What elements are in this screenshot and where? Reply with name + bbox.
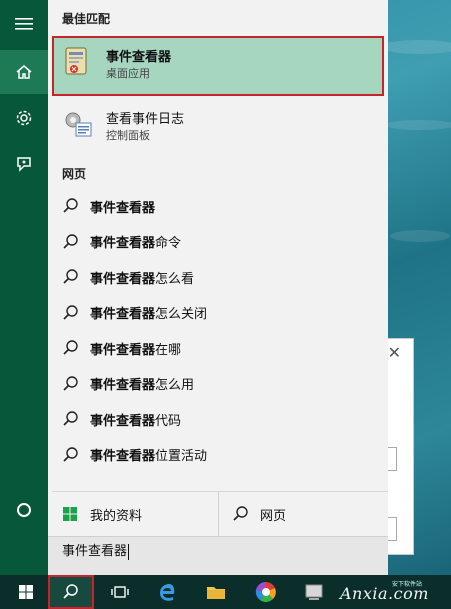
app-subtitle: 桌面应用 (106, 67, 150, 80)
web-suggestion-item[interactable]: 事件查看器 代码 (60, 402, 380, 436)
suggestion-bold-text: 事件查看器 (90, 307, 156, 322)
web-header: 网页 (62, 167, 87, 181)
view-event-logs-item[interactable]: 查看事件日志 控制面板 (62, 102, 372, 146)
web-suggestion-item[interactable]: 事件查看器 (60, 189, 380, 223)
app-title: 查看事件日志 (106, 112, 185, 127)
feedback-icon[interactable] (0, 142, 48, 186)
windows-logo-icon (19, 585, 33, 599)
watermark-subtitle: 安下软件站 (392, 581, 423, 588)
suggestion-bold-text: 事件查看器 (90, 271, 156, 287)
app-subtitle: 控制面板 (106, 129, 150, 142)
taskbar-search-button[interactable] (48, 575, 94, 609)
search-input-value[interactable]: 事件查看器 (62, 541, 130, 563)
web-filter-button[interactable]: 网页 (232, 492, 286, 536)
search-icon (63, 198, 78, 213)
taskbar-app-button[interactable] (292, 575, 336, 609)
app-title: 事件查看器 (106, 50, 172, 65)
my-stuff-label: 我的资料 (90, 508, 143, 524)
search-icon (233, 506, 248, 521)
web-suggestion-item[interactable]: 事件查看器 命令 (60, 225, 380, 259)
suggestion-bold-text: 事件查看器 (90, 378, 156, 393)
best-match-header: 最佳匹配 (62, 12, 111, 26)
web-suggestion-item[interactable]: 事件查看器 怎么用 (60, 367, 380, 401)
web-suggestion-item[interactable]: 事件查看器 怎么看 (60, 260, 380, 294)
suggestion-bold-text: 事件查看器 (90, 236, 156, 251)
start-button[interactable] (4, 575, 48, 609)
event-viewer-icon (62, 46, 94, 78)
search-icon (63, 233, 78, 249)
suggestion-rest-text: 命令 (155, 236, 182, 251)
gear-icon[interactable] (0, 96, 48, 140)
web-filter-label: 网页 (260, 508, 287, 524)
color-app-button[interactable] (244, 575, 288, 609)
edge-icon (160, 584, 175, 601)
hamburger-icon[interactable] (0, 2, 48, 46)
close-icon[interactable]: ✕ (388, 343, 401, 362)
suggestion-bold-text: 事件查看器 (90, 413, 156, 429)
search-icon (63, 269, 78, 284)
search-icon (63, 375, 78, 391)
search-icon (63, 584, 78, 599)
task-view-button[interactable] (98, 575, 142, 609)
suggestion-rest-text: 位置活动 (155, 449, 208, 464)
colorful-app-icon (255, 581, 276, 602)
suggestion-bold-text: 事件查看器 (90, 200, 156, 216)
web-suggestion-item[interactable]: 事件查看器 怎么关闭 (60, 296, 380, 330)
web-suggestion-item[interactable]: 事件查看器 位置活动 (60, 438, 380, 472)
search-icon (63, 304, 78, 320)
search-icon (63, 446, 78, 462)
home-icon[interactable] (0, 50, 48, 94)
file-explorer-button[interactable] (194, 575, 238, 609)
suggestion-bold-text: 事件查看器 (90, 449, 156, 464)
start-rail (0, 0, 48, 575)
task-view-icon (111, 586, 129, 598)
web-suggestion-item[interactable]: 事件查看器 在哪 (60, 331, 380, 365)
app-icon (305, 584, 323, 600)
suggestion-rest-text: 怎么用 (155, 378, 195, 393)
event-log-icon (62, 108, 94, 140)
event-viewer-item[interactable]: 事件查看器 桌面应用 (62, 40, 372, 84)
suggestion-rest-text: 在哪 (155, 342, 182, 358)
folder-icon (207, 587, 225, 599)
suggestion-bold-text: 事件查看器 (90, 342, 156, 358)
cortana-circle-icon[interactable] (0, 488, 48, 532)
suggestion-rest-text: 怎么关闭 (155, 307, 208, 322)
suggestion-rest-text: 代码 (155, 413, 182, 429)
my-stuff-button[interactable]: 我的资料 (62, 492, 142, 536)
windows-logo-icon (63, 507, 77, 521)
edge-button[interactable] (145, 575, 189, 609)
divider (218, 492, 219, 536)
search-icon (63, 411, 78, 426)
search-icon (63, 340, 78, 355)
suggestion-rest-text: 怎么看 (155, 271, 195, 287)
